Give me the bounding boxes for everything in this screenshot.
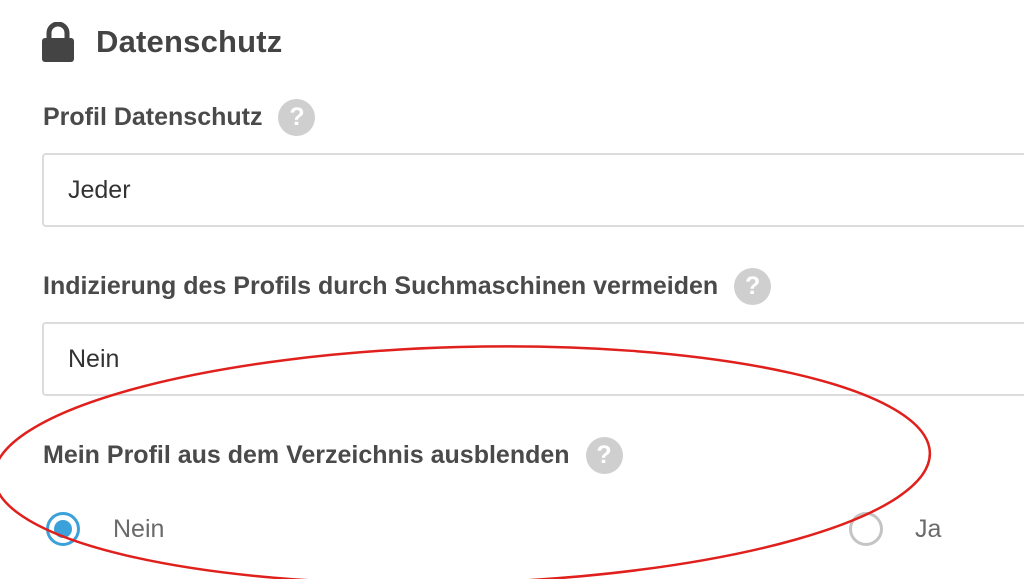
radio-label-nein: Nein xyxy=(113,514,165,543)
section-title: Datenschutz xyxy=(96,24,283,59)
search-indexing-label: Indizierung des Profils durch Suchmaschi… xyxy=(43,266,772,306)
question-icon[interactable]: ? xyxy=(734,267,772,305)
question-icon[interactable]: ? xyxy=(278,98,316,136)
profile-privacy-value: Jeder xyxy=(68,175,131,204)
search-indexing-select[interactable]: Nein xyxy=(42,322,1024,396)
search-indexing-value: Nein xyxy=(68,344,120,373)
profile-privacy-label-text: Profil Datenschutz xyxy=(43,102,263,131)
hide-directory-label: Mein Profil aus dem Verzeichnis ausblend… xyxy=(43,435,623,475)
radio-dot xyxy=(54,520,72,538)
radio-option-ja[interactable]: Ja xyxy=(849,508,941,550)
profile-privacy-label: Profil Datenschutz ? xyxy=(43,97,316,137)
section-header: Datenschutz xyxy=(42,20,283,64)
radio-option-nein[interactable]: Nein xyxy=(46,508,164,550)
radio-button-checked[interactable] xyxy=(46,512,80,546)
hide-directory-label-text: Mein Profil aus dem Verzeichnis ausblend… xyxy=(43,440,570,469)
profile-privacy-select[interactable]: Jeder xyxy=(42,153,1024,227)
radio-label-ja: Ja xyxy=(915,514,942,543)
question-icon[interactable]: ? xyxy=(585,436,623,474)
lock-icon xyxy=(42,22,74,62)
radio-button-unchecked[interactable] xyxy=(849,512,883,546)
search-indexing-label-text: Indizierung des Profils durch Suchmaschi… xyxy=(43,271,719,300)
